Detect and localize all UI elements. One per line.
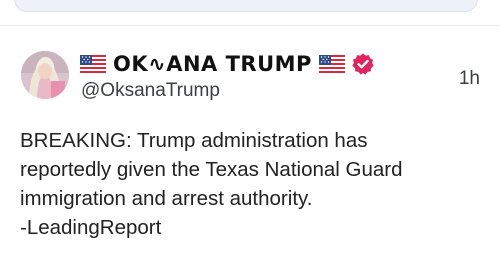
avatar[interactable] (21, 51, 69, 99)
tweet-text: BREAKING: Trump administration has repor… (20, 126, 490, 242)
tweet-text-line: -LeadingReport (20, 216, 162, 239)
search-bar[interactable] (14, 0, 478, 12)
tweet-text-line: reportedly given the Texas National Guar… (20, 158, 403, 181)
top-bar (0, 0, 500, 26)
us-flag-icon (318, 55, 345, 73)
display-name[interactable]: OK∿ANA TRUMP (110, 53, 315, 75)
avatar-image (21, 51, 69, 99)
tweet-card[interactable]: OK∿ANA TRUMP @OksanaTrump 1h BREAKING: T… (0, 27, 500, 254)
us-flag-icon (80, 55, 106, 73)
tweet-text-line: immigration and arrest authority. (20, 187, 313, 210)
tweet-header: OK∿ANA TRUMP (80, 49, 375, 79)
tweet-timestamp[interactable]: 1h (459, 68, 480, 90)
user-handle[interactable]: @OksanaTrump (81, 80, 220, 102)
verified-badge-icon (352, 53, 374, 75)
tweet-text-line: BREAKING: Trump administration has (20, 129, 368, 152)
